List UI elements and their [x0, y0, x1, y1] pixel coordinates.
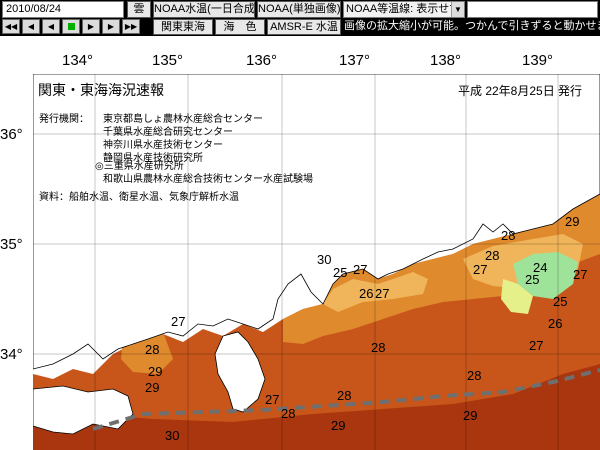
next-icon[interactable]: ▶: [82, 19, 100, 34]
lat-label: 35°: [0, 236, 23, 253]
first-icon[interactable]: ◀◀: [2, 19, 20, 34]
isotherm-label: 30: [317, 252, 331, 267]
prev-icon[interactable]: ◀: [42, 19, 60, 34]
isotherm-label: 29: [145, 380, 159, 395]
isotherm-label: 27: [171, 314, 185, 329]
region-button[interactable]: 関東東海: [153, 19, 213, 35]
hint-text: 画像の拡大縮小が可能。つかんで引きずると動かせます。: [344, 20, 600, 32]
isotherm-select[interactable]: NOAA等温線: 表示せず ▼: [343, 1, 465, 18]
isotherm-label: 28: [467, 368, 481, 383]
data-source: 資料：船舶水温、衛星水温、気象庁解析水温: [39, 192, 239, 203]
isotherm-label: 28: [371, 340, 385, 355]
isotherm-label: 25: [333, 265, 347, 280]
isotherm-label: 28: [145, 342, 159, 357]
isotherm-label: 27: [375, 286, 389, 301]
map-title: 関東・東海海況速報: [38, 82, 164, 98]
isotherm-select-value: NOAA等温線: 表示せず: [346, 3, 461, 15]
isotherm-label: 27: [353, 262, 367, 277]
lon-label: 136°: [246, 52, 278, 69]
issue-date: 平成 22年8月25日 発行: [458, 84, 583, 98]
lon-label: 139°: [522, 52, 554, 69]
cloud-button[interactable]: 雲: [127, 1, 151, 18]
isotherm-label: 27: [529, 338, 543, 353]
prev-fast-icon[interactable]: ◀: [22, 19, 40, 34]
lat-label: 34°: [0, 346, 23, 363]
lat-label: 36°: [0, 126, 23, 143]
toolbar: 2010/08/24 雲 NOAA水温(一日合成) NOAA(単独画像) NOA…: [0, 0, 600, 36]
isotherm-label: 28: [337, 388, 351, 403]
lon-label: 137°: [339, 52, 371, 69]
isotherm-label: 24: [533, 260, 547, 275]
single-image-button[interactable]: NOAA(単独画像): [257, 1, 341, 18]
isotherm-label: 28: [501, 228, 515, 243]
lon-label: 138°: [430, 52, 462, 69]
isotherm-label: 28: [485, 248, 499, 263]
issuer-item: 和歌山県農林水産総合技術センター水産試験場: [103, 174, 313, 185]
isotherm-label: 26: [359, 286, 373, 301]
chevron-down-icon[interactable]: ▼: [451, 2, 464, 17]
isotherm-label: 29: [148, 364, 162, 379]
isotherm-label: 28: [281, 406, 295, 421]
isotherm-label: 30: [165, 428, 179, 443]
lon-label: 135°: [152, 52, 184, 69]
isotherm-label: 27: [573, 267, 587, 282]
last-icon[interactable]: ▶▶: [122, 19, 140, 34]
isotherm-label: 29: [331, 418, 345, 433]
product-select[interactable]: NOAA水温(一日合成): [153, 1, 255, 18]
next-fast-icon[interactable]: ▶: [102, 19, 120, 34]
isotherm-label: 27: [473, 262, 487, 277]
lon-label: 134°: [62, 52, 94, 69]
isotherm-label: 29: [565, 214, 579, 229]
amsr-button[interactable]: AMSR-E 水温: [267, 19, 341, 35]
isotherm-label: 26: [548, 316, 562, 331]
issuer-label: 発行機関：: [39, 114, 89, 125]
isotherm-label: 25: [553, 294, 567, 309]
isotherm-label: 29: [463, 408, 477, 423]
date-field[interactable]: 2010/08/24: [2, 1, 124, 18]
isotherm-label: 27: [265, 392, 279, 407]
play-icon[interactable]: [62, 19, 80, 34]
land-shikoku: [33, 385, 134, 435]
ocean-color-button[interactable]: 海 色: [215, 19, 265, 35]
blank-field[interactable]: [467, 1, 598, 18]
